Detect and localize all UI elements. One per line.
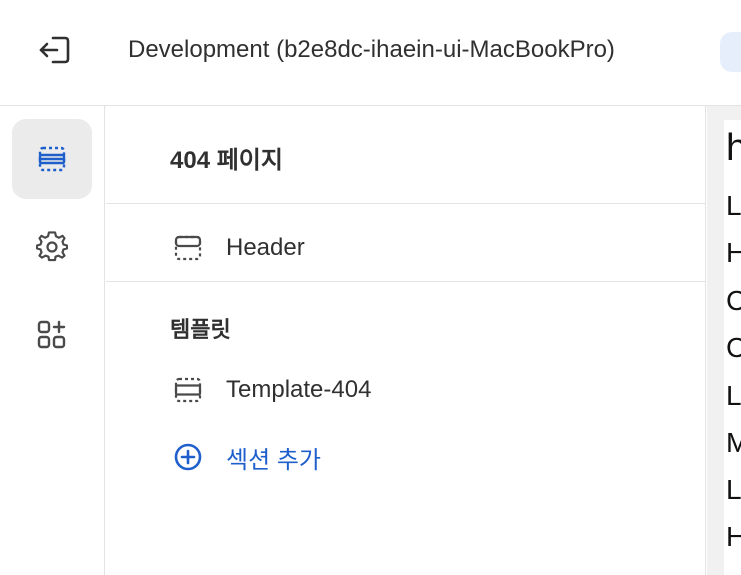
preview-text-line: C [726,285,741,316]
rail-sections-button[interactable] [12,119,92,199]
section-icon [170,372,206,408]
preview-text-line: H [726,237,741,268]
preview-heading: h [726,127,741,169]
section-icon [170,230,206,266]
exit-icon [39,36,70,64]
theme-preview[interactable]: h L H C C L M L H [707,106,741,575]
top-bar: Development (b2e8dc-ihaein-ui-MacBookPro… [0,0,741,106]
preview-text-line: L [726,474,741,505]
section-label: Header [226,234,305,261]
settings-gear-icon [36,231,68,262]
template-group-label: 템플릿 [170,317,231,342]
divider [106,203,706,204]
preview-text-line: M [726,427,741,458]
preview-text-line: H [726,521,741,552]
divider [106,281,706,282]
rail-apps-button[interactable] [12,295,92,375]
page-title: 404 페이지 [170,147,283,174]
preview-text-line: L [726,190,741,221]
section-label: Template-404 [226,376,372,403]
exit-button[interactable] [34,32,74,68]
preview-page: h L H C C L M L H [724,120,741,575]
icon-rail [0,106,105,575]
add-section-button[interactable]: 섹션 추가 [170,437,321,477]
add-section-label: 섹션 추가 [226,446,321,474]
sections-panel: 404 페이지 Header 템플릿 Template-404 섹션 추가 [106,106,706,575]
topbar-pill-button[interactable] [720,32,741,72]
section-row-template[interactable]: Template-404 [170,370,371,410]
preview-text-line: L [726,380,741,411]
sections-icon [38,146,66,172]
store-title: Development (b2e8dc-ihaein-ui-MacBookPro… [128,36,615,63]
section-row-header[interactable]: Header [170,228,305,268]
plus-circle-icon [170,439,206,475]
rail-settings-button[interactable] [12,207,92,287]
preview-text-line: C [726,332,741,363]
apps-add-icon [37,320,66,349]
